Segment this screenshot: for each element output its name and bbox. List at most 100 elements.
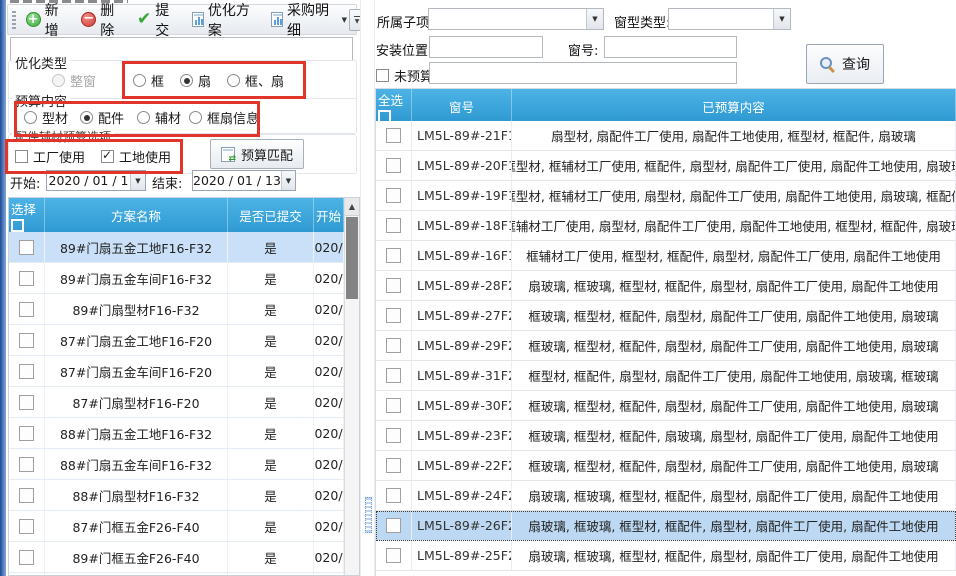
- scrollbar-thumb[interactable]: [346, 217, 358, 299]
- purchase-detail-button[interactable]: 采购明细 ▼: [266, 0, 352, 42]
- chevron-down-icon[interactable]: ▼: [586, 9, 603, 29]
- table-row[interactable]: 88#门扇型材F16-F32 是 2020/0: [9, 480, 344, 511]
- row-checkbox[interactable]: [386, 488, 401, 503]
- row-checkbox[interactable]: [386, 338, 401, 353]
- plan-name-cell: 89#门扇五金车间F16-F32: [45, 263, 228, 293]
- row-checkbox[interactable]: [19, 550, 34, 565]
- plan-table-scrollbar[interactable]: ▲: [344, 198, 359, 575]
- row-checkbox[interactable]: [19, 364, 34, 379]
- window-no-column-header[interactable]: 窗号: [412, 89, 512, 124]
- table-row[interactable]: 88#门扇五金工地F16-F32 是 2020/0: [9, 418, 344, 449]
- radio-frame[interactable]: 框: [133, 71, 164, 90]
- radio-icon: [133, 74, 146, 87]
- table-row[interactable]: 88#门扇五金车间F16-F32 是 2020/0: [9, 449, 344, 480]
- table-row[interactable]: LM5L-89#-27F25 框玻璃, 框型材, 框配件, 扇型材, 扇配件工厂…: [376, 301, 956, 331]
- budgeted-content-cell: 扇玻璃, 框玻璃, 框型材, 框配件, 扇型材, 扇配件工厂使用, 扇配件工地使…: [512, 481, 956, 510]
- start-date-cell: 2020/0: [314, 387, 344, 417]
- row-checkbox[interactable]: [386, 278, 401, 293]
- submitted-column-header[interactable]: 是否已提交: [228, 198, 314, 233]
- table-row[interactable]: 87#门扇五金工地F16-F20 是 2020/0: [9, 325, 344, 356]
- no-budget-input[interactable]: [429, 62, 737, 84]
- table-row[interactable]: LM5L-89#-30F28 框玻璃, 框型材, 框配件, 扇型材, 扇配件工厂…: [376, 391, 956, 421]
- row-checkbox[interactable]: [386, 188, 401, 203]
- table-row[interactable]: LM5L-89#-28F26 扇玻璃, 框玻璃, 框型材, 框配件, 扇型材, …: [376, 271, 956, 301]
- row-checkbox[interactable]: [19, 271, 34, 286]
- radio-label: 型材: [42, 108, 68, 127]
- row-checkbox[interactable]: [386, 248, 401, 263]
- install-pos-input[interactable]: [429, 36, 543, 58]
- window-type-combobox[interactable]: ▼: [668, 8, 791, 30]
- row-checkbox[interactable]: [19, 488, 34, 503]
- window-no-input[interactable]: [604, 36, 737, 58]
- table-row[interactable]: LM5L-89#-19F17 框型材, 框辅材工厂使用, 扇型材, 扇配件工厂使…: [376, 181, 956, 211]
- table-row[interactable]: 89#门扇型材F16-F32 是 2020/0: [9, 294, 344, 325]
- row-checkbox[interactable]: [386, 428, 401, 443]
- row-checkbox[interactable]: [386, 398, 401, 413]
- table-row[interactable]: LM5L-89#-16F15 框辅材工厂使用, 框型材, 框配件, 扇型材, 扇…: [376, 241, 956, 271]
- row-checkbox[interactable]: [19, 395, 34, 410]
- budgeted-column-header[interactable]: 已预算内容: [512, 89, 956, 124]
- row-checkbox[interactable]: [386, 158, 401, 173]
- radio-frame-sash[interactable]: 框、扇: [227, 71, 284, 90]
- table-row[interactable]: 87#门扇型材F16-F20 是 2020/0: [9, 387, 344, 418]
- table-row[interactable]: LM5L-89#-29F27 框玻璃, 框型材, 框配件, 扇型材, 扇配件工厂…: [376, 331, 956, 361]
- sub-item-combobox[interactable]: ▼: [428, 8, 604, 30]
- table-row[interactable]: LM5L-89#-24F22 扇玻璃, 框玻璃, 框型材, 框配件, 扇型材, …: [376, 481, 956, 511]
- table-row[interactable]: LM5L-89#-18F16 框辅材工厂使用, 扇型材, 扇配件工厂使用, 扇配…: [376, 211, 956, 241]
- table-row[interactable]: 89#门扇五金工地F16-F32 是 2020/0: [9, 232, 344, 263]
- select-all-checkbox[interactable]: [11, 219, 24, 232]
- checkbox-factory-use[interactable]: 工厂使用: [15, 147, 85, 166]
- row-checkbox[interactable]: [386, 368, 401, 383]
- table-row[interactable]: LM5L-89#-25F23 扇玻璃, 框玻璃, 框型材, 框配件, 扇型材, …: [376, 541, 956, 571]
- table-row[interactable]: 89#门扇五金车间F16-F32 是 2020/0: [9, 263, 344, 294]
- table-row[interactable]: LM5L-89#-31F29 框型材, 框配件, 扇型材, 扇配件工厂使用, 扇…: [376, 361, 956, 391]
- row-checkbox[interactable]: [386, 128, 401, 143]
- radio-whole-window[interactable]: 整窗: [52, 71, 96, 90]
- table-row[interactable]: LM5L-89#-23F21 框玻璃, 框型材, 框配件, 扇玻璃, 扇型材, …: [376, 421, 956, 451]
- table-row[interactable]: 87#门扇五金车间F16-F20 是 2020/0: [9, 356, 344, 387]
- row-checkbox[interactable]: [19, 426, 34, 441]
- window-edge-strip: [0, 0, 6, 576]
- delete-button[interactable]: 删除: [76, 0, 129, 42]
- row-checkbox[interactable]: [19, 302, 34, 317]
- row-checkbox[interactable]: [19, 333, 34, 348]
- add-button[interactable]: 新增: [21, 0, 74, 42]
- end-date-picker[interactable]: 2020 / 01 / 13 ▼: [192, 170, 296, 191]
- table-row[interactable]: 89#门框五金F26-F40 是 2020/0: [9, 542, 344, 573]
- row-checkbox[interactable]: [386, 308, 401, 323]
- table-row[interactable]: LM5L-89#-22F20 框玻璃, 框型材, 框配件, 扇型材, 扇配件工厂…: [376, 451, 956, 481]
- budget-match-button[interactable]: 预算匹配: [210, 139, 304, 169]
- optimize-plan-button[interactable]: 优化方案: [187, 0, 263, 42]
- scroll-up-icon[interactable]: ▲: [345, 198, 359, 216]
- chevron-down-icon[interactable]: ▼: [130, 171, 145, 190]
- start-column-header[interactable]: 开始: [314, 198, 344, 233]
- row-checkbox[interactable]: [386, 548, 401, 563]
- row-checkbox[interactable]: [386, 518, 401, 533]
- query-button[interactable]: 查询: [806, 44, 884, 84]
- submit-button[interactable]: 提交: [132, 0, 184, 42]
- radio-frame-sash-info[interactable]: 框扇信息: [189, 108, 259, 127]
- row-checkbox[interactable]: [19, 519, 34, 534]
- row-checkbox[interactable]: [19, 457, 34, 472]
- table-row[interactable]: LM5L-89#-20F18 框型材, 框辅材工厂使用, 框配件, 扇型材, 扇…: [376, 151, 956, 181]
- checkbox-site-use[interactable]: 工地使用: [101, 147, 171, 166]
- chevron-down-icon[interactable]: ▼: [773, 9, 790, 29]
- toolbar-grip[interactable]: [12, 11, 16, 29]
- radio-accessory[interactable]: 配件: [80, 108, 124, 127]
- table-row[interactable]: LM5L-89#-26F24 扇玻璃, 框玻璃, 框型材, 框配件, 扇型材, …: [376, 511, 956, 541]
- row-checkbox[interactable]: [19, 240, 34, 255]
- start-date-cell: 2020/0: [314, 356, 344, 386]
- radio-auxiliary[interactable]: 辅材: [137, 108, 181, 127]
- table-row[interactable]: 87#门框五金F26-F40 是 2020/0: [9, 511, 344, 542]
- chevron-down-icon[interactable]: ▼: [281, 171, 295, 190]
- radio-profile[interactable]: 型材: [24, 108, 68, 127]
- start-date-picker[interactable]: 2020 / 01 / 1 ▼: [46, 170, 146, 191]
- plan-name-column-header[interactable]: 方案名称: [45, 198, 228, 233]
- panel-splitter[interactable]: [360, 0, 375, 576]
- table-row[interactable]: LM5L-89#-21F19 扇型材, 扇配件工厂使用, 扇配件工地使用, 框型…: [376, 121, 956, 151]
- row-checkbox[interactable]: [386, 218, 401, 233]
- splitter-handle[interactable]: [365, 497, 372, 533]
- radio-sash[interactable]: 扇: [180, 71, 211, 90]
- submit-button-label: 提交: [155, 0, 179, 40]
- row-checkbox[interactable]: [386, 458, 401, 473]
